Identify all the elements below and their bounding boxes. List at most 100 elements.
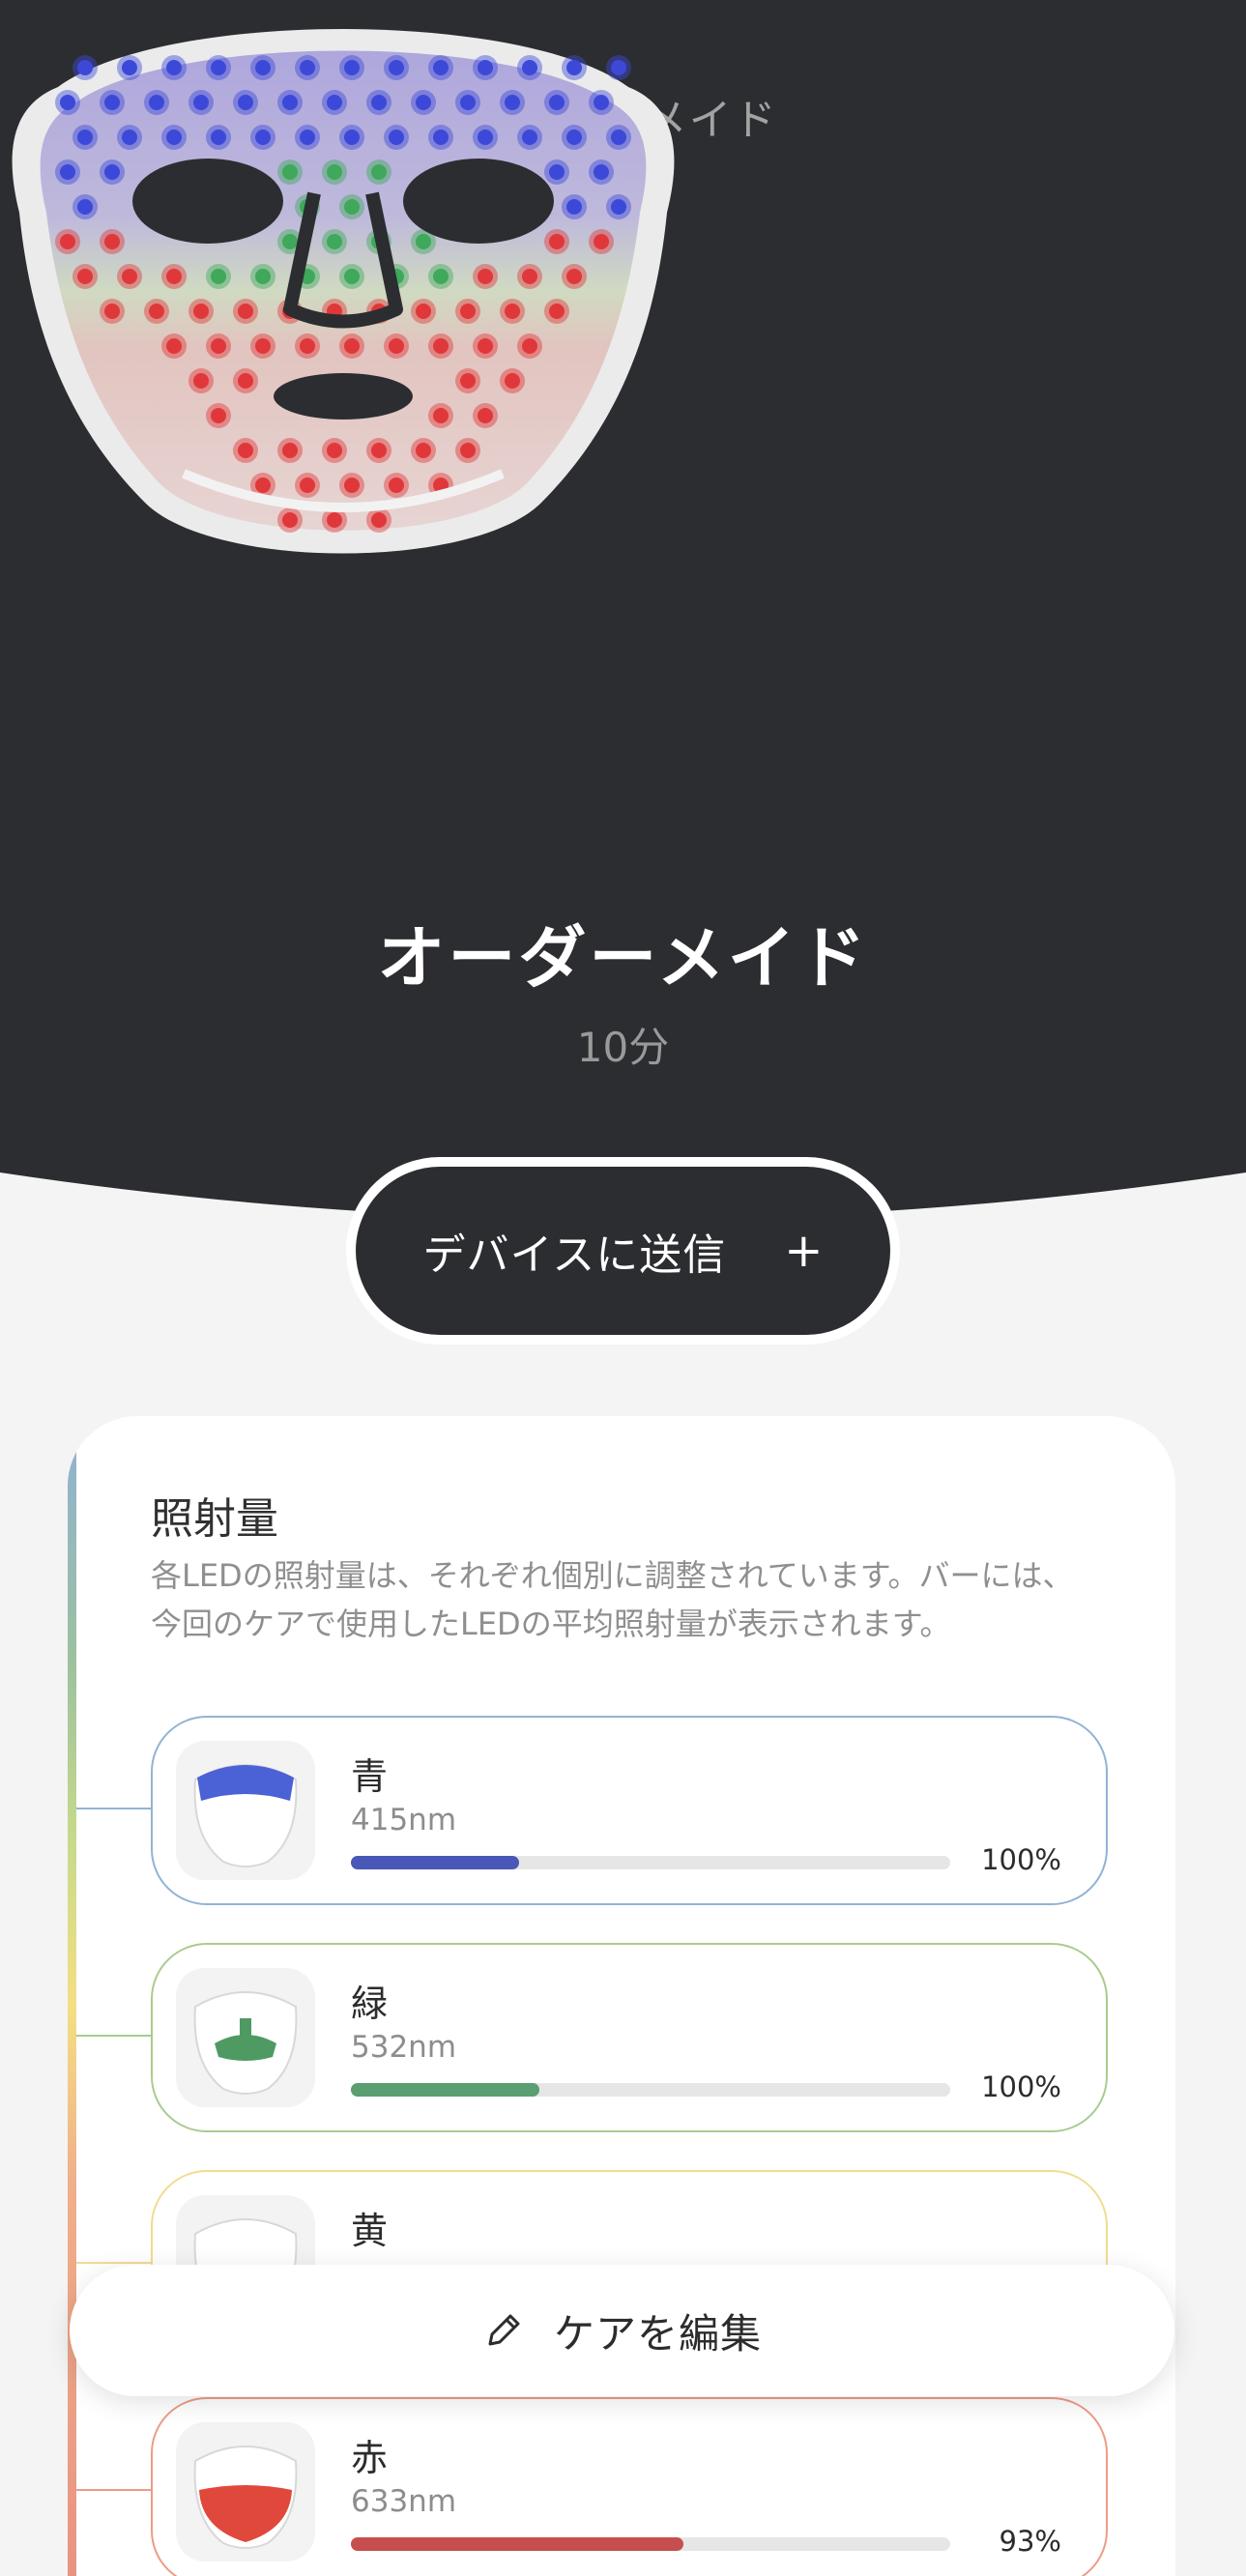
mask-thumbnail-icon xyxy=(193,1764,298,1867)
led-dot xyxy=(416,443,431,458)
program-name: オーダーメイド xyxy=(377,918,869,998)
led-dot xyxy=(60,95,75,110)
led-dot xyxy=(371,164,387,180)
led-dot xyxy=(566,130,582,145)
led-dot xyxy=(238,304,253,319)
led-dot xyxy=(566,199,582,215)
led-dot xyxy=(505,373,520,389)
led-dot xyxy=(594,234,609,249)
led-row-blue[interactable]: 青 415nm 100% xyxy=(151,1716,1108,1905)
intensity-percent: 100% xyxy=(981,1843,1061,1876)
led-dot xyxy=(433,269,449,284)
led-dot xyxy=(327,234,342,249)
led-dot xyxy=(238,373,253,389)
led-dot xyxy=(566,60,582,75)
led-dot xyxy=(193,373,209,389)
connector-line xyxy=(76,2262,152,2264)
led-dot xyxy=(327,512,342,528)
intensity-track xyxy=(351,2537,950,2551)
led-dot xyxy=(344,338,360,354)
led-dot xyxy=(211,269,226,284)
led-dot xyxy=(505,95,520,110)
led-dot xyxy=(478,338,493,354)
led-wavelength: 633nm xyxy=(351,2484,457,2519)
intensity-percent: 100% xyxy=(981,2070,1061,2103)
led-dot xyxy=(282,443,298,458)
led-dot xyxy=(344,269,360,284)
connector-line xyxy=(76,1808,152,1809)
led-dot xyxy=(478,269,493,284)
led-mask-image xyxy=(12,29,675,554)
led-dot xyxy=(566,269,582,284)
led-dot xyxy=(122,60,137,75)
led-dot xyxy=(122,130,137,145)
led-name: 赤 xyxy=(351,2437,389,2479)
led-dot xyxy=(255,478,271,493)
led-dot xyxy=(416,95,431,110)
irradiation-card: 照射量 各LEDの照射量は、それぞれ個別に調整されています。バーには、今回のケア… xyxy=(68,1416,1175,2576)
led-dot xyxy=(478,408,493,423)
led-dot xyxy=(389,60,404,75)
led-dot xyxy=(433,408,449,423)
led-dot xyxy=(60,234,75,249)
led-dot xyxy=(77,199,93,215)
led-dot xyxy=(344,478,360,493)
led-dot xyxy=(77,130,93,145)
led-dot xyxy=(300,338,315,354)
pencil-icon xyxy=(488,2314,520,2346)
led-dot xyxy=(371,512,387,528)
led-dot xyxy=(522,130,537,145)
led-dot xyxy=(433,130,449,145)
led-dot xyxy=(549,95,565,110)
led-dot xyxy=(255,60,271,75)
led-dot xyxy=(327,164,342,180)
led-dot xyxy=(416,234,431,249)
led-dot xyxy=(104,304,120,319)
led-dot xyxy=(389,130,404,145)
irradiation-description: 各LEDの照射量は、それぞれ個別に調整されています。バーには、今回のケアで使用し… xyxy=(151,1557,1074,1642)
led-dot xyxy=(433,338,449,354)
led-dot xyxy=(255,269,271,284)
led-dot xyxy=(478,60,493,75)
irradiation-title: 照射量 xyxy=(151,1494,278,1544)
led-dot xyxy=(211,130,226,145)
led-dot xyxy=(104,164,120,180)
hero-header: オーダーメイド オーダーメイド 10分 xyxy=(0,0,1246,1228)
led-dot xyxy=(594,164,609,180)
led-row-green[interactable]: 緑 532nm 100% xyxy=(151,1943,1108,2132)
led-dot xyxy=(549,234,565,249)
led-row-red[interactable]: 赤 633nm 93% xyxy=(151,2397,1108,2576)
led-dot xyxy=(60,164,75,180)
led-dot xyxy=(327,95,342,110)
led-dot xyxy=(549,304,565,319)
led-dot xyxy=(460,373,476,389)
connector-line xyxy=(76,2035,152,2037)
led-dot xyxy=(344,199,360,215)
led-dot xyxy=(611,130,626,145)
led-dot xyxy=(255,338,271,354)
led-dot xyxy=(282,512,298,528)
led-dot xyxy=(282,164,298,180)
led-zone-thumbnail-green xyxy=(176,1968,315,2107)
led-dot xyxy=(611,60,626,75)
led-dot xyxy=(282,234,298,249)
led-dot xyxy=(594,95,609,110)
led-dot xyxy=(371,95,387,110)
led-dot xyxy=(389,338,404,354)
edit-care-button[interactable]: ケアを編集 xyxy=(70,2265,1174,2396)
led-dot xyxy=(460,304,476,319)
led-dot xyxy=(300,60,315,75)
spectrum-line xyxy=(68,1426,76,2576)
led-dot xyxy=(166,338,182,354)
intensity-track xyxy=(351,1856,950,1869)
intensity-bar xyxy=(351,2537,684,2551)
led-name: 緑 xyxy=(351,1983,389,2025)
led-zone-thumbnail-blue xyxy=(176,1741,315,1880)
led-name: 青 xyxy=(351,1755,389,1798)
led-dot xyxy=(122,269,137,284)
led-dot xyxy=(505,304,520,319)
led-wavelength: 532nm xyxy=(351,2030,457,2065)
send-to-device-button[interactable]: デバイスに送信 + xyxy=(346,1157,900,1345)
led-dot xyxy=(211,338,226,354)
intensity-track xyxy=(351,2083,950,2097)
